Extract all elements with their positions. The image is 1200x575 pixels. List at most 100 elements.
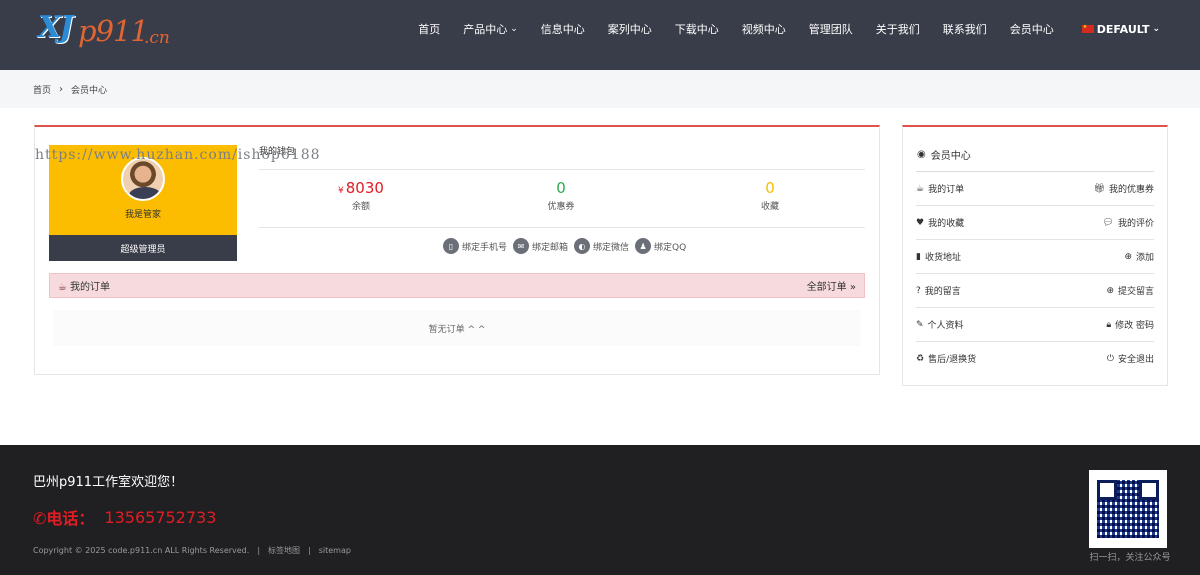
qq-icon: ♟	[635, 238, 652, 254]
sidebar-row: ? 我的留言 ⊕ 提交留言	[916, 273, 1154, 307]
breadcrumb-current[interactable]: 会员中心	[71, 83, 107, 96]
nav-item-home[interactable]: 首页	[418, 21, 440, 37]
nav-item-member[interactable]: 会员中心	[1010, 21, 1054, 37]
sidebar-row: ▮ 收货地址 ⊕ 添加	[916, 239, 1154, 273]
sidebar-link-my-messages[interactable]: ? 我的留言	[916, 284, 961, 298]
sidebar-link-submit-message[interactable]: ⊕ 提交留言	[1106, 284, 1154, 298]
sidebar-row: ✎ 个人资料 🔒︎ 修改 密码	[916, 307, 1154, 341]
bind-qq-link[interactable]: ♟ 绑定QQ	[635, 238, 686, 254]
stat-balance[interactable]: ¥8030 余额	[301, 179, 421, 212]
plus-circle-icon: ⊕	[1124, 251, 1132, 262]
footer-link-tags[interactable]: 标签地图	[268, 545, 300, 556]
stat-favorites[interactable]: 0 收藏	[710, 179, 830, 212]
avatar[interactable]	[121, 157, 165, 201]
breadcrumb-home[interactable]: 首页	[33, 83, 51, 96]
nav-item-cases[interactable]: 案列中心	[608, 21, 652, 37]
bind-label: 绑定QQ	[654, 242, 687, 253]
sidebar-link-my-reviews[interactable]: 💬︎ 我的评价	[1102, 216, 1154, 230]
language-label: DEFAULT	[1096, 22, 1150, 36]
mail-icon: ✉	[513, 238, 530, 254]
double-chevron-right-icon: »	[849, 282, 856, 293]
footer-phone-number[interactable]: 13565752733	[104, 508, 216, 527]
profile-role: 超级管理员	[49, 235, 237, 261]
gift-icon: 🎁︎	[1093, 183, 1105, 194]
link-label: 修改 密码	[1115, 321, 1154, 331]
divider: |	[257, 546, 261, 555]
phone-icon: ✆	[33, 509, 47, 528]
recycle-icon: ♻	[916, 353, 925, 364]
site-footer: 巴州p911工作室欢迎您！ ✆电话： 13565752733 Copyright…	[0, 445, 1200, 575]
link-label: 收货地址	[924, 253, 961, 263]
footer-link-sitemap[interactable]: sitemap	[319, 546, 351, 555]
nav-item-products[interactable]: 产品中心 ⌄	[463, 21, 518, 37]
wechat-qr-code	[1089, 470, 1167, 548]
nav-item-news[interactable]: 信息中心	[541, 21, 585, 37]
footer-phone: ✆电话： 13565752733	[33, 505, 216, 529]
nav-label: 首页	[418, 23, 441, 36]
sidebar-title: ◉ 会员中心	[917, 147, 971, 162]
bind-label: 绑定手机号	[462, 242, 508, 253]
orders-title-text: 我的订单	[69, 282, 110, 293]
stat-label: 收藏	[760, 202, 779, 212]
heart-icon: ♥	[916, 217, 925, 228]
member-main-panel: https://www.huzhan.com/ishop6188 我是管家 超级…	[34, 125, 880, 375]
footer-phone-label: ✆电话：	[33, 505, 94, 529]
nav-item-team[interactable]: 管理团队	[809, 21, 853, 37]
sidebar-link-my-orders[interactable]: ☕ 我的订单	[916, 182, 964, 196]
qr-header	[1089, 470, 1167, 478]
bind-wechat-link[interactable]: ◐ 绑定微信	[574, 238, 629, 254]
orders-icon: ☕	[58, 282, 67, 293]
link-label: 个人资料	[927, 321, 964, 331]
sidebar-link-change-password[interactable]: 🔒︎ 修改 密码	[1106, 318, 1154, 332]
qr-caption: 扫一扫，关注公众号	[1089, 553, 1171, 563]
power-icon: ⏻	[1106, 353, 1114, 364]
lock-icon: 🔒︎	[1106, 319, 1112, 330]
footer-welcome: 巴州p911工作室欢迎您！	[33, 475, 184, 490]
bind-phone-link[interactable]: ▯ 绑定手机号	[443, 238, 507, 254]
member-sidebar: ◉ 会员中心 ☕ 我的订单 🎁︎ 我的优惠券 ♥ 我的收藏 💬︎ 我的评价 ▮ 收货地址 …	[902, 125, 1168, 386]
nav-item-contact[interactable]: 联系我们	[943, 21, 987, 37]
sidebar-link-addresses[interactable]: ▮ 收货地址	[916, 250, 961, 264]
link-label: 我的评价	[1117, 219, 1154, 229]
comments-icon: 💬︎	[1102, 217, 1114, 228]
logo-part-1: XJ	[38, 10, 74, 45]
sidebar-link-profile[interactable]: ✎ 个人资料	[916, 318, 964, 332]
nav-item-downloads[interactable]: 下载中心	[675, 21, 719, 37]
building-icon: ▮	[916, 251, 921, 262]
language-dropdown[interactable]: DEFAULT ⌄	[1081, 22, 1160, 36]
sidebar-row: ♥ 我的收藏 💬︎ 我的评价	[916, 205, 1154, 239]
copyright-text: Copyright © 2025 code.p911.cn ALL Rights…	[33, 546, 250, 555]
stat-value: 0	[556, 179, 566, 197]
stat-label: 余额	[351, 202, 370, 212]
sidebar-link-logout[interactable]: ⏻ 安全退出	[1106, 352, 1154, 366]
edit-icon: ✎	[916, 319, 924, 330]
site-logo[interactable]: XJ p911 .cn	[38, 10, 188, 54]
nav-item-videos[interactable]: 视频中心	[742, 21, 786, 37]
user-circle-icon: ◉	[917, 149, 926, 160]
account-binds: ▯ 绑定手机号 ✉ 绑定邮箱 ◐ 绑定微信 ♟ 绑定QQ	[443, 238, 692, 254]
orders-empty-state: 暂无订单 ^ ^	[53, 310, 861, 346]
stat-label: 优惠券	[547, 202, 575, 212]
sidebar-link-my-favorites[interactable]: ♥ 我的收藏	[916, 216, 964, 230]
nav-item-about[interactable]: 关于我们	[876, 21, 920, 37]
link-label: 添加	[1135, 253, 1154, 263]
bind-email-link[interactable]: ✉ 绑定邮箱	[513, 238, 568, 254]
chevron-down-icon: ⌄	[510, 24, 518, 34]
stat-coupons[interactable]: 0 优惠券	[501, 179, 621, 212]
sidebar-row: ☕ 我的订单 🎁︎ 我的优惠券	[916, 171, 1154, 205]
phone-icon: ▯	[443, 238, 459, 254]
link-label: 我的留言	[924, 287, 961, 297]
sidebar-link-add-address[interactable]: ⊕ 添加	[1124, 250, 1154, 264]
profile-name: 我是管家	[124, 210, 161, 220]
balance-value: 8030	[345, 179, 384, 197]
sidebar-link-my-coupons[interactable]: 🎁︎ 我的优惠券	[1093, 182, 1154, 196]
chevron-down-icon: ⌄	[1152, 24, 1160, 34]
all-orders-link[interactable]: 全部订单 »	[807, 278, 856, 293]
sidebar-link-after-sales[interactable]: ♻ 售后/退换货	[916, 352, 976, 366]
nav-label: 关于我们	[875, 23, 920, 36]
nav-label: 管理团队	[808, 23, 853, 36]
footer-copyright-row: Copyright © 2025 code.p911.cn ALL Rights…	[33, 545, 351, 556]
sidebar-title-text: 会员中心	[930, 151, 971, 162]
all-orders-label: 全部订单	[806, 282, 847, 293]
bind-label: 绑定邮箱	[532, 242, 569, 253]
